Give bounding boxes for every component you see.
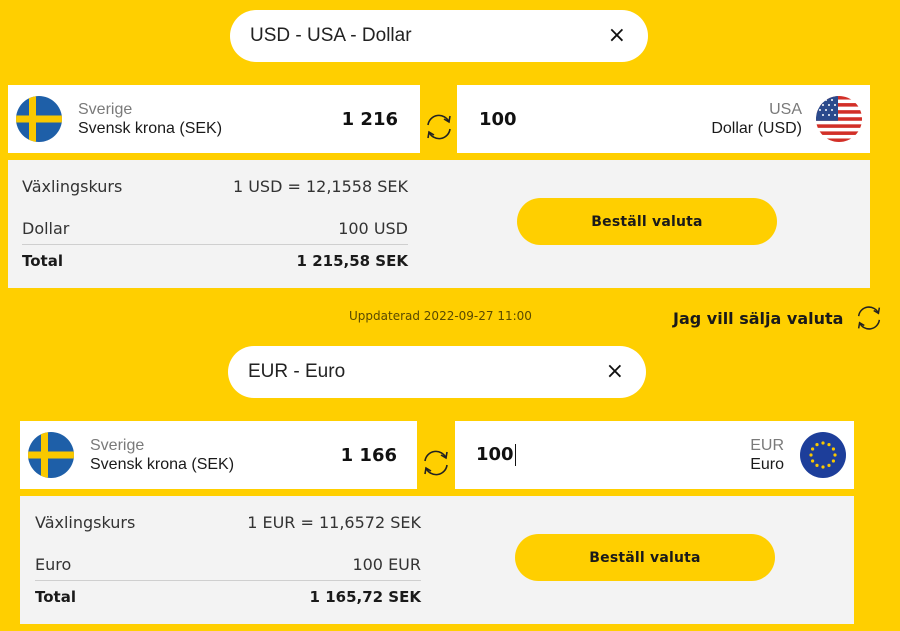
- sek-amount-card: Sverige Svensk krona (SEK) 1 166: [20, 421, 417, 489]
- from-currency: Svensk krona (SEK): [90, 456, 235, 473]
- order-currency-button[interactable]: Beställ valuta: [517, 198, 777, 245]
- eur-amount-card: 100 EUR Euro: [455, 421, 854, 489]
- order-currency-button[interactable]: Beställ valuta: [515, 534, 775, 581]
- usd-amount-card: 100 USA Dollar (USD): [457, 85, 870, 153]
- summary-divider: [35, 580, 421, 581]
- currency-search-usd[interactable]: USD - USA - Dollar ×: [230, 10, 648, 62]
- usa-flag-icon: [816, 96, 862, 142]
- from-currency: Svensk krona (SEK): [78, 120, 223, 137]
- item-value: 100 EUR: [352, 555, 421, 574]
- swap-arrows-icon: [424, 450, 448, 476]
- from-country: Sverige: [90, 437, 145, 454]
- summary-divider: [22, 244, 408, 245]
- swap-arrows-icon: [426, 114, 451, 140]
- item-value: 100 USD: [338, 219, 408, 238]
- item-label: Dollar: [22, 219, 70, 238]
- total-label: Total: [35, 588, 76, 606]
- total-label: Total: [22, 252, 63, 270]
- sell-currency-label: Jag vill sälja valuta: [673, 308, 844, 328]
- sek-amount-card: Sverige Svensk krona (SEK) 1 216: [8, 85, 420, 153]
- total-value: 1 165,72 SEK: [309, 588, 421, 606]
- clear-icon[interactable]: ×: [606, 361, 624, 383]
- to-currency: Euro: [750, 456, 784, 473]
- total-value: 1 215,58 SEK: [296, 252, 408, 270]
- swap-currency-button[interactable]: [420, 110, 457, 144]
- foreign-amount-input[interactable]: 100: [479, 109, 711, 130]
- rate-label: Växlingskurs: [22, 177, 123, 196]
- item-label: Euro: [35, 555, 72, 574]
- rate-label: Växlingskurs: [35, 513, 136, 532]
- currency-search-value: EUR - Euro: [248, 361, 346, 382]
- sweden-flag-icon: [28, 432, 74, 478]
- rate-value: 1 USD = 12,1558 SEK: [232, 177, 408, 196]
- updated-timestamp: Uppdaterad 2022-09-27 11:00: [349, 309, 532, 323]
- sell-currency-link[interactable]: Jag vill sälja valuta: [673, 302, 885, 334]
- currency-search-value: USD - USA - Dollar: [250, 25, 412, 46]
- text-caret: [514, 444, 517, 466]
- from-country: Sverige: [78, 101, 133, 118]
- sek-amount-field[interactable]: 1 216: [342, 109, 398, 130]
- foreign-amount-value: 100: [476, 444, 514, 465]
- swap-arrows-icon: [858, 306, 881, 330]
- currency-search-eur[interactable]: EUR - Euro ×: [228, 346, 646, 398]
- clear-icon[interactable]: ×: [608, 25, 626, 47]
- sek-amount-field[interactable]: 1 166: [341, 445, 397, 466]
- to-country: USA: [769, 101, 802, 118]
- rate-value: 1 EUR = 11,6572 SEK: [247, 513, 421, 532]
- to-country: EUR: [750, 437, 784, 454]
- foreign-amount-input[interactable]: 100: [476, 444, 750, 466]
- usd-summary-panel: Växlingskurs 1 USD = 12,1558 SEK Dollar …: [8, 160, 870, 288]
- eu-flag-icon: [800, 432, 846, 478]
- to-currency: Dollar (USD): [711, 120, 802, 137]
- eur-summary-panel: Växlingskurs 1 EUR = 11,6572 SEK Euro 10…: [20, 496, 854, 624]
- sweden-flag-icon: [16, 96, 62, 142]
- swap-currency-button[interactable]: [417, 446, 455, 480]
